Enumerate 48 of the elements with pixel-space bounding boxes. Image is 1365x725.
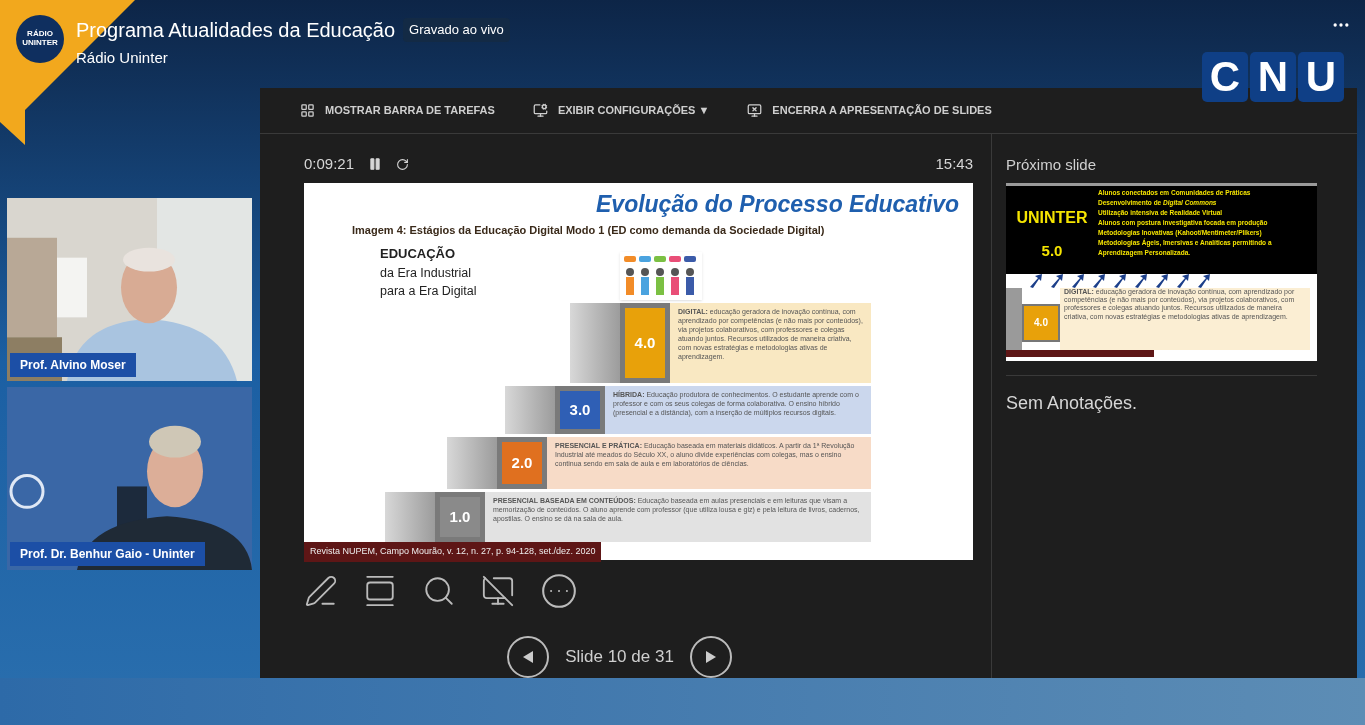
level-tile: 4.0 [620,303,670,383]
channel-name[interactable]: Rádio Uninter [76,47,510,70]
elapsed-timer: 0:09:21 [304,153,355,174]
stairs-heading: EDUCAÇÃO [380,245,457,263]
brand-text: UNINTER [1016,207,1088,228]
level-tile: 3.0 [555,386,605,434]
slide-citation: Revista NUPEM, Campo Mourão, v. 12, n. 27, p. 94-128, set./dez. 2020 [304,542,602,562]
level-tile: 4.0 [1022,303,1060,342]
slide-subtitle: Imagem 4: Estágios da Educação Digital Modo 1 (ED como demanda da Sociedade Digital) [351,222,826,238]
speaker-name: Prof. Dr. Benhur Gaio - Uninter [10,542,205,566]
pen-icon[interactable] [304,574,338,608]
pause-icon[interactable] [368,157,383,171]
slides-icon[interactable] [363,574,397,608]
toolbar-button[interactable]: MOSTRAR BARRA DE TAREFAS [300,102,495,119]
toolbar-icon [300,103,315,118]
version-text: 5.0 [1041,240,1063,261]
more-icon[interactable] [540,572,578,610]
right-triangle-icon [705,651,716,663]
avatar-text: UNINTER [22,39,58,48]
stair-step [1006,287,1022,350]
stair-step [505,386,555,434]
toolbar-button[interactable]: EXIBIR CONFIGURAÇÕES ▼ [532,102,710,119]
live-badge: Gravado ao vivo [403,18,510,42]
clock-time: 15:43 [935,153,973,174]
logo-letter: C [1202,52,1248,102]
left-triangle-icon [523,651,534,663]
toolbar-button[interactable]: ENCERRA A APRESENTAÇÃO DE SLIDES [747,102,992,119]
speaker-name: Prof. Alvino Moser [10,353,136,377]
previous-slide-button[interactable] [507,636,550,678]
reset-icon[interactable] [396,157,410,171]
search-icon[interactable] [422,574,456,608]
stair-step [447,437,497,489]
level-tile: 2.0 [497,437,547,489]
screen-off-icon[interactable] [481,574,515,608]
notes-text: Sem Anotações. [1006,392,1138,413]
toolbar-icon [747,103,763,118]
stairs-subheading: para a Era Digital [380,283,478,301]
slide-counter: Slide 10 de 31 [565,646,674,669]
next-slide-button[interactable] [689,636,732,678]
logo-letter: U [1298,52,1344,102]
level-tile: 1.0 [435,492,485,542]
avatar-text: RÁDIO [27,30,53,39]
logo-letter: N [1250,52,1296,102]
stairs-subheading: da Era Industrial [380,264,473,282]
slide-title: Evolução do Processo Educativo [596,190,960,219]
next-slide-label: Próximo slide [1006,155,1098,175]
toolbar-icon [532,103,548,118]
stair-step [385,492,435,542]
